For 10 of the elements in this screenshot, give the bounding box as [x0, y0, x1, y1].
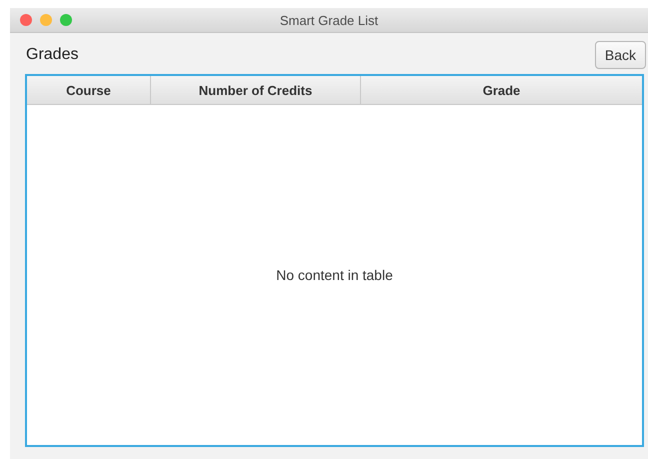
column-header[interactable]: Grade	[361, 76, 642, 104]
minimize-button[interactable]	[40, 14, 52, 26]
window-title: Smart Grade List	[280, 12, 378, 28]
close-button[interactable]	[20, 14, 32, 26]
page-heading: Grades	[26, 46, 78, 64]
column-header[interactable]: Course	[27, 76, 151, 104]
column-header[interactable]: Number of Credits	[151, 76, 361, 104]
zoom-button[interactable]	[60, 14, 72, 26]
back-button[interactable]: Back	[594, 41, 646, 69]
empty-table-message: No content in table	[276, 267, 393, 283]
